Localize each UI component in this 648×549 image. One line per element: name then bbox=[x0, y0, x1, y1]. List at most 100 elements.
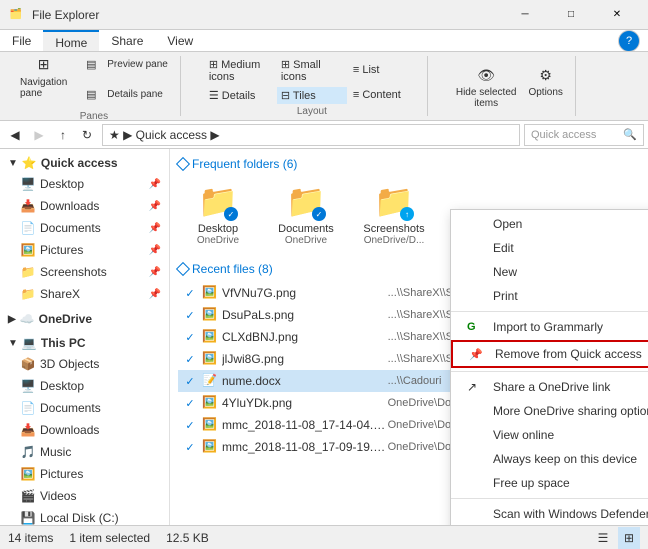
sidebar-item-music[interactable]: 🎵 Music bbox=[0, 441, 169, 463]
minimize-button[interactable]: ─ bbox=[502, 0, 548, 30]
sidebar-item-3dobjects[interactable]: 📦 3D Objects bbox=[0, 353, 169, 375]
ctx-share-onedrive[interactable]: ↗Share a OneDrive link bbox=[451, 375, 648, 399]
sidebar-item-pc-downloads[interactable]: 📥 Downloads bbox=[0, 419, 169, 441]
address-bar: ◀ ▶ ↑ ↻ ★ ▶ Quick access ▶ Quick access … bbox=[0, 121, 648, 149]
music-label: Music bbox=[40, 445, 71, 459]
sidebar-item-pc-documents[interactable]: 📄 Documents bbox=[0, 397, 169, 419]
check-0: ✓ bbox=[182, 285, 198, 301]
list-view-button[interactable]: ☰ bbox=[592, 527, 614, 549]
sidebar-section-thispc: ▼ 💻 This PC 📦 3D Objects 🖥️ Desktop 📄 Do… bbox=[0, 333, 169, 525]
ctx-edit[interactable]: Edit bbox=[451, 236, 648, 260]
file-name-7: mmc_2018-11-08_17-09-19.png bbox=[222, 440, 388, 454]
sidebar-header-thispc[interactable]: ▼ 💻 This PC bbox=[0, 333, 169, 353]
details-pane-button[interactable]: ▤ Details pane bbox=[75, 81, 172, 109]
check-2: ✓ bbox=[182, 329, 198, 345]
ctx-new[interactable]: New bbox=[451, 260, 648, 284]
hide-selected-items-button[interactable]: 👁 Hide selecteditems bbox=[452, 61, 521, 111]
sidebar-item-pc-pictures[interactable]: 🖼️ Pictures bbox=[0, 463, 169, 485]
folder-desktop-sub: OneDrive bbox=[197, 235, 239, 246]
ctx-open[interactable]: Open bbox=[451, 212, 648, 236]
pc-desktop-icon: 🖥️ bbox=[20, 378, 36, 394]
options-label: Options bbox=[528, 87, 562, 98]
file-name-2: CLXdBNJ.png bbox=[222, 330, 388, 344]
sidebar-item-videos[interactable]: 🎬 Videos bbox=[0, 485, 169, 507]
preview-pane-button[interactable]: ▤ Preview pane bbox=[75, 51, 172, 79]
pc-desktop-label: Desktop bbox=[40, 379, 84, 393]
sidebar-item-documents[interactable]: 📄 Documents 📌 bbox=[0, 217, 169, 239]
quick-access-chevron: ▼ bbox=[8, 158, 18, 169]
ctx-view-online[interactable]: View online bbox=[451, 423, 648, 447]
refresh-button[interactable]: ↻ bbox=[76, 124, 98, 146]
address-path[interactable]: ★ ▶ Quick access ▶ bbox=[102, 124, 520, 146]
forward-button[interactable]: ▶ bbox=[28, 124, 50, 146]
tab-file[interactable]: File bbox=[0, 30, 43, 51]
pc-downloads-icon: 📥 bbox=[20, 422, 36, 438]
ctx-grammarly[interactable]: GImport to Grammarly bbox=[451, 315, 648, 339]
sidebar-header-onedrive[interactable]: ▶ ☁️ OneDrive bbox=[0, 309, 169, 329]
options-buttons: 👁 Hide selecteditems ⚙ Options bbox=[452, 61, 567, 111]
sidebar-item-desktop[interactable]: 🖥️ Desktop 📌 bbox=[0, 173, 169, 195]
grid-view-button[interactable]: ⊞ bbox=[618, 527, 640, 549]
tiles-button[interactable]: ⊟ Tiles bbox=[277, 87, 347, 104]
sync-badge: ↑ bbox=[400, 207, 414, 221]
search-placeholder: Quick access bbox=[531, 129, 623, 141]
frequent-folders-title: Frequent folders (6) bbox=[178, 157, 640, 171]
ctx-free-space[interactable]: Free up space bbox=[451, 471, 648, 495]
ribbon-content: ⊞ Navigationpane ▤ Preview pane ▤ Detail… bbox=[0, 52, 648, 120]
back-button[interactable]: ◀ bbox=[4, 124, 26, 146]
pc-documents-label: Documents bbox=[40, 401, 101, 415]
sidebar-item-pc-desktop[interactable]: 🖥️ Desktop bbox=[0, 375, 169, 397]
sidebar-item-sharex[interactable]: 📁 ShareX 📌 bbox=[0, 283, 169, 305]
ribbon-group-options: 👁 Hide selecteditems ⚙ Options bbox=[444, 56, 576, 116]
ctx-print-label: Print bbox=[493, 289, 518, 303]
details-button[interactable]: ☰ Details bbox=[205, 87, 275, 104]
sidebar-header-quick-access[interactable]: ▼ ⭐ Quick access bbox=[0, 153, 169, 173]
hide-icon: 👁 bbox=[474, 63, 498, 87]
ctx-view-online-label: View online bbox=[493, 428, 554, 442]
options-button[interactable]: ⚙ Options bbox=[524, 61, 566, 111]
navigation-pane-button[interactable]: ⊞ Navigationpane bbox=[16, 51, 71, 109]
tab-share[interactable]: Share bbox=[99, 30, 155, 51]
ctx-more-sharing[interactable]: More OneDrive sharing options bbox=[451, 399, 648, 423]
sidebar-item-downloads[interactable]: 📥 Downloads 📌 bbox=[0, 195, 169, 217]
up-button[interactable]: ↑ bbox=[52, 124, 74, 146]
medium-icons-button[interactable]: ⊞ Medium icons bbox=[205, 56, 275, 85]
pc-pictures-label: Pictures bbox=[40, 467, 83, 481]
3dobjects-icon: 📦 bbox=[20, 356, 36, 372]
sidebar-item-pictures[interactable]: 🖼️ Pictures 📌 bbox=[0, 239, 169, 261]
help-button[interactable]: ? bbox=[618, 30, 640, 52]
sidebar-item-screenshots[interactable]: 📁 Screenshots 📌 bbox=[0, 261, 169, 283]
search-box[interactable]: Quick access 🔍 bbox=[524, 124, 644, 146]
folder-documents[interactable]: 📁 ✓ Documents OneDrive bbox=[266, 177, 346, 250]
onedrive-label: OneDrive bbox=[39, 312, 92, 326]
ctx-remove-icon: 📌 bbox=[469, 348, 487, 361]
tab-home[interactable]: Home bbox=[43, 30, 99, 51]
file-icon-2: 🖼️ bbox=[202, 329, 218, 345]
screenshots-icon: 📁 bbox=[20, 264, 36, 280]
check-6: ✓ bbox=[182, 417, 198, 433]
pc-downloads-label: Downloads bbox=[40, 423, 99, 437]
cloud-badge-docs: ✓ bbox=[312, 207, 326, 221]
file-icon-0: 🖼️ bbox=[202, 285, 218, 301]
ctx-remove-quick-access[interactable]: 📌 Remove from Quick access bbox=[451, 340, 648, 368]
sidebar-item-localdisk[interactable]: 💾 Local Disk (C:) bbox=[0, 507, 169, 525]
check-3: ✓ bbox=[182, 351, 198, 367]
content-area: Frequent folders (6) 📁 ✓ Desktop OneDriv… bbox=[170, 149, 648, 525]
title-bar: 🗂️ File Explorer ─ □ ✕ bbox=[0, 0, 648, 30]
ctx-print[interactable]: Print bbox=[451, 284, 648, 308]
ctx-scan-label: Scan with Windows Defender... bbox=[493, 507, 648, 521]
small-icons-button[interactable]: ⊞ Small icons bbox=[277, 56, 347, 85]
close-button[interactable]: ✕ bbox=[594, 0, 640, 30]
window-controls: ─ □ ✕ bbox=[502, 0, 640, 30]
folder-desktop[interactable]: 📁 ✓ Desktop OneDrive bbox=[178, 177, 258, 250]
ctx-always-keep[interactable]: Always keep on this device bbox=[451, 447, 648, 471]
pictures-label: Pictures bbox=[40, 243, 83, 257]
ctx-sep-3 bbox=[451, 498, 648, 499]
list-button[interactable]: ≡ List bbox=[349, 56, 419, 85]
maximize-button[interactable]: □ bbox=[548, 0, 594, 30]
content-button[interactable]: ≡ Content bbox=[349, 87, 419, 104]
music-icon: 🎵 bbox=[20, 444, 36, 460]
ctx-scan-defender[interactable]: Scan with Windows Defender... bbox=[451, 502, 648, 525]
tab-view[interactable]: View bbox=[155, 30, 205, 51]
folder-screenshots[interactable]: 📁 ↑ Screenshots OneDrive/D... bbox=[354, 177, 434, 250]
